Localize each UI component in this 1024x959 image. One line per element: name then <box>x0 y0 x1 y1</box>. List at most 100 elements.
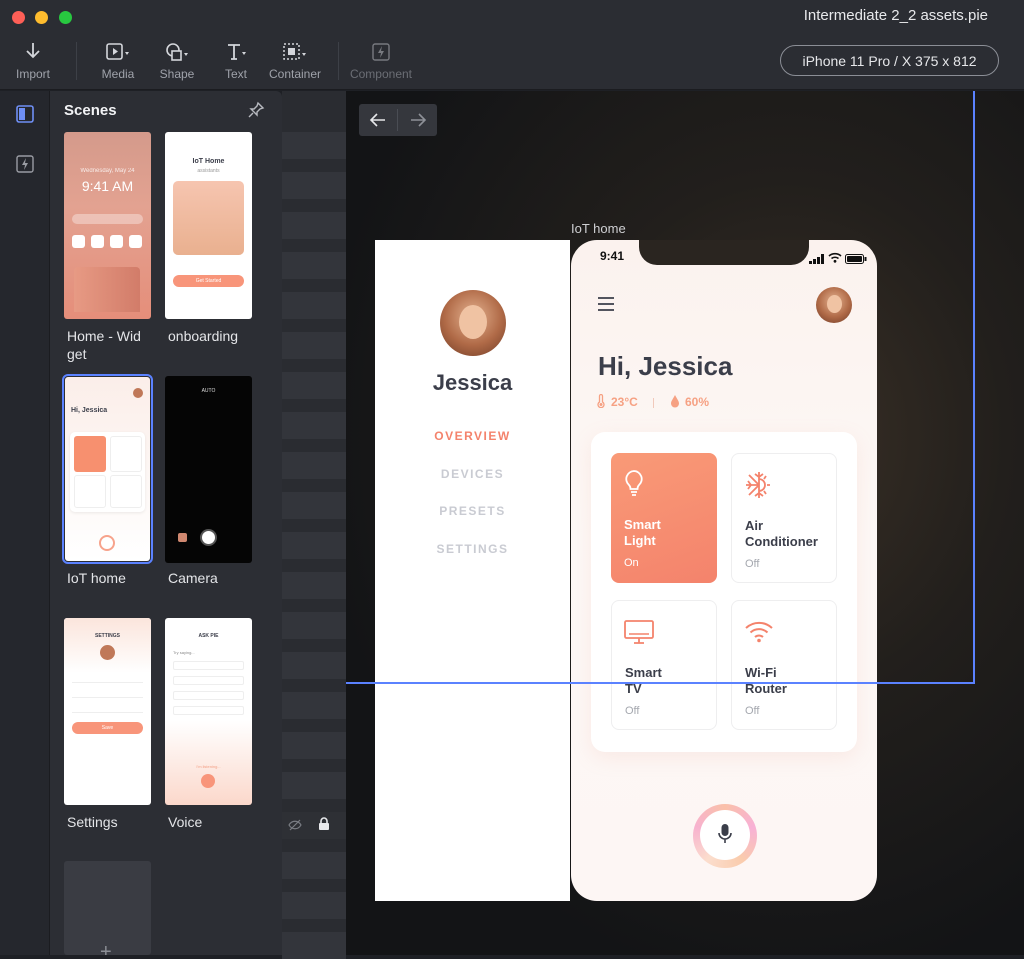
layer-row[interactable] <box>282 572 346 599</box>
status-time: 9:41 <box>600 249 625 263</box>
avatar-face <box>827 295 842 313</box>
menu-item-devices[interactable]: DEVICES <box>375 467 570 481</box>
forward-arrow-icon[interactable] <box>409 112 427 133</box>
minimize-window-button[interactable] <box>35 11 48 24</box>
stat-divider <box>653 398 654 408</box>
container-button[interactable]: Container <box>263 40 327 81</box>
device-name: Wi-Fi Router <box>745 665 787 696</box>
left-rail <box>0 91 50 955</box>
thumb-avatar <box>133 388 143 398</box>
scene-label-camera: Camera <box>168 570 218 586</box>
greeting: Hi, Jessica <box>598 351 733 381</box>
menu-item-presets[interactable]: PRESETS <box>375 504 570 518</box>
thumb-voice-mic <box>201 774 215 788</box>
layer-row[interactable] <box>282 532 346 559</box>
device-card-smart-tv[interactable]: Smart TV Off <box>611 600 717 730</box>
device-state: Off <box>625 705 640 717</box>
device-name: Smart Light <box>624 517 661 548</box>
layer-row[interactable] <box>282 612 346 639</box>
artboard-label[interactable]: IoT home <box>571 221 626 236</box>
menu-item-overview[interactable]: OVERVIEW <box>375 429 570 443</box>
thumb-device-card <box>74 436 106 472</box>
thumb-onb-sub: assistants <box>197 168 220 174</box>
thumb-onb-image <box>173 181 244 255</box>
wifi-icon <box>744 621 774 648</box>
layer-row[interactable] <box>282 412 346 439</box>
zoom-window-button[interactable] <box>59 11 72 24</box>
layer-row[interactable] <box>282 852 346 879</box>
thumb-device-card <box>110 436 142 472</box>
voice-button[interactable] <box>700 810 750 860</box>
media-icon <box>86 40 150 64</box>
lightbulb-icon <box>623 469 645 504</box>
thumb-gallery <box>178 533 187 542</box>
device-card-air-conditioner[interactable]: Air Conditioner Off <box>731 453 837 583</box>
scenes-panel-icon[interactable] <box>16 105 34 128</box>
scene-label-iot-home: IoT home <box>67 570 126 586</box>
shape-button[interactable]: Shape <box>145 40 209 81</box>
text-label: Text <box>224 67 247 81</box>
scene-thumb-voice[interactable]: ASK PIE Try saying... I'm listening... <box>165 618 252 805</box>
lock-icon[interactable] <box>318 817 330 836</box>
device-card-wifi-router[interactable]: Wi-Fi Router Off <box>731 600 837 730</box>
layer-row[interactable] <box>282 132 346 159</box>
components-panel-icon[interactable] <box>16 155 34 178</box>
back-arrow-icon[interactable] <box>369 112 387 133</box>
layer-row[interactable] <box>282 452 346 479</box>
iot-home-artboard[interactable]: 9:41 Hi, Jessica 23°C 60% Smart Light On <box>571 240 877 901</box>
import-label: Import <box>15 67 50 81</box>
thumb-mic <box>99 535 115 551</box>
scene-thumb-home-widget[interactable]: Wednesday, May 24 9:41 AM <box>64 132 151 319</box>
thumb-divider <box>72 697 143 698</box>
scene-thumb-camera[interactable]: AUTO <box>165 376 252 563</box>
layer-row[interactable] <box>282 212 346 239</box>
thumb-divider <box>72 682 143 683</box>
side-menu-artboard[interactable]: Jessica OVERVIEW DEVICES PRESETS SETTING… <box>375 240 570 901</box>
layer-row[interactable] <box>282 732 346 759</box>
hamburger-menu-icon[interactable] <box>598 297 614 316</box>
add-scene-button[interactable]: + <box>64 861 151 955</box>
thumb-widget <box>91 235 104 248</box>
layer-row[interactable] <box>282 892 346 919</box>
thumb-voice-suggestion <box>173 706 244 715</box>
device-card-smart-light[interactable]: Smart Light On <box>611 453 717 583</box>
layer-row[interactable] <box>282 772 346 799</box>
layer-row[interactable] <box>282 252 346 279</box>
scene-label-home-widget: Home - Wid get <box>67 328 141 362</box>
media-button[interactable]: Media <box>86 40 150 81</box>
close-window-button[interactable] <box>12 11 25 24</box>
thumb-device-panel <box>70 432 145 512</box>
humidity: 60% <box>685 395 710 409</box>
pin-icon[interactable] <box>247 101 265 124</box>
device-selector[interactable]: iPhone 11 Pro / X 375 x 812 <box>780 45 999 76</box>
thumb-settings-save: Save <box>72 722 143 734</box>
text-button[interactable]: Text <box>204 40 268 81</box>
menu-item-settings[interactable]: SETTINGS <box>375 542 570 556</box>
device-state: Off <box>745 705 760 717</box>
layer-row[interactable] <box>282 332 346 359</box>
user-name: Jessica <box>432 370 513 395</box>
scene-thumb-settings[interactable]: SETTINGS Save <box>64 618 151 805</box>
avatar-face <box>459 305 487 339</box>
scene-label-settings: Settings <box>67 814 118 830</box>
layer-row[interactable] <box>282 812 346 839</box>
component-button[interactable]: Component <box>348 40 414 81</box>
profile-avatar[interactable] <box>816 287 852 323</box>
scene-thumb-iot-home[interactable]: Hi, Jessica <box>65 377 150 561</box>
nav-divider <box>397 109 398 131</box>
thumb-settings-title: SETTINGS <box>94 633 120 639</box>
toolbar-divider <box>76 42 77 80</box>
component-label: Component <box>349 67 413 81</box>
layer-row[interactable] <box>282 372 346 399</box>
layer-row[interactable] <box>282 492 346 519</box>
layer-row[interactable] <box>282 692 346 719</box>
microphone-icon <box>718 823 732 850</box>
import-button[interactable]: Import <box>1 40 65 81</box>
layer-row[interactable] <box>282 172 346 199</box>
layer-row[interactable] <box>282 292 346 319</box>
thumb-device-card <box>110 475 142 508</box>
scene-thumb-onboarding[interactable]: IoT Home assistants Get Started <box>165 132 252 319</box>
hidden-eye-icon[interactable] <box>288 818 302 837</box>
layer-row[interactable] <box>282 652 346 679</box>
container-icon <box>263 40 327 64</box>
